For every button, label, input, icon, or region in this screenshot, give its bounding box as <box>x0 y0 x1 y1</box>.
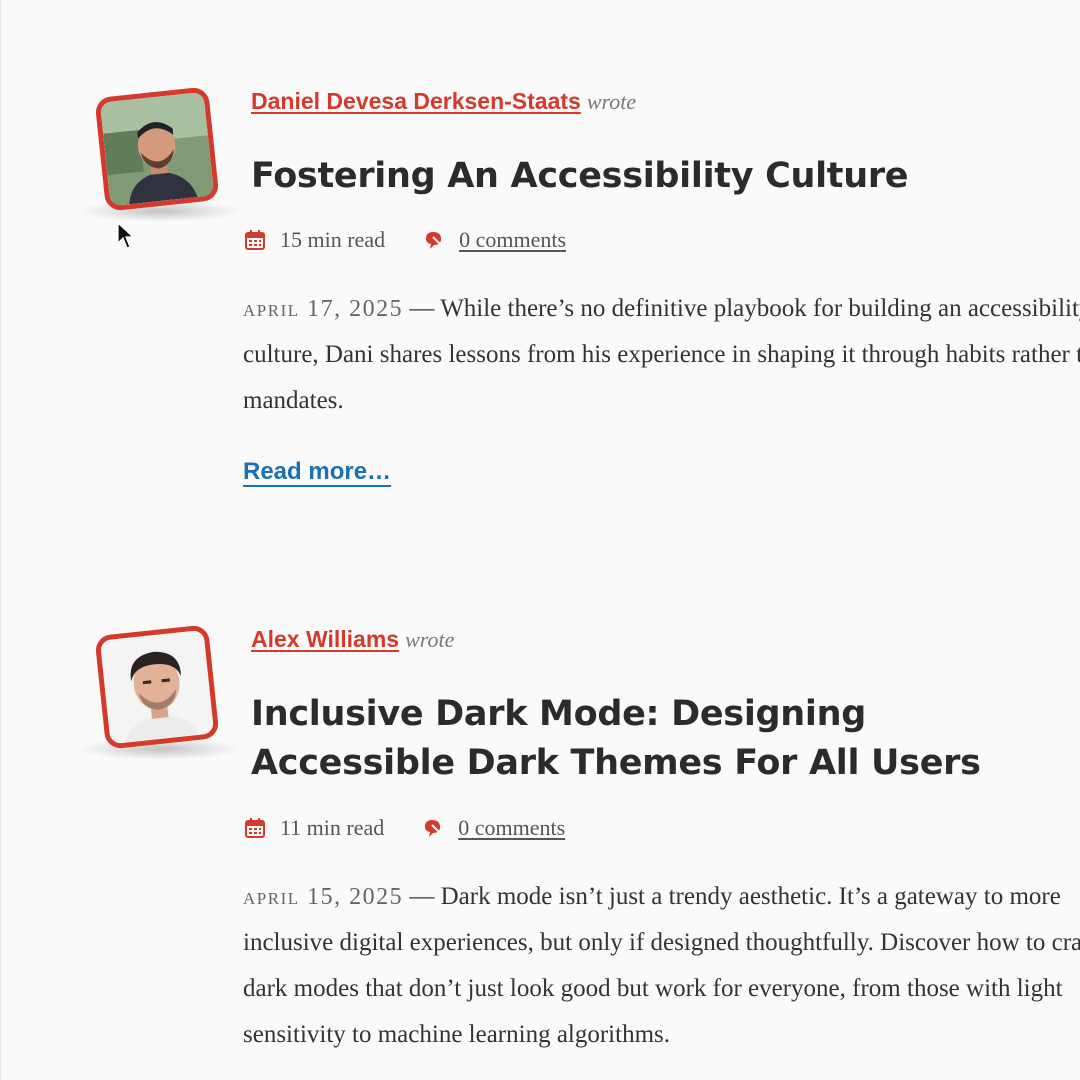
author-photo <box>99 91 215 207</box>
publish-date: April 15, 2025 <box>243 884 404 910</box>
read-more-link[interactable]: Read more… <box>243 458 391 486</box>
article-title[interactable]: Fostering An Accessibility Culture <box>251 152 1061 201</box>
calendar-icon <box>245 230 265 250</box>
read-time: 15 min read <box>280 227 386 252</box>
date-separator: — <box>409 883 435 910</box>
article-meta: 11 min read 0 comments <box>244 813 565 843</box>
page-left-border <box>0 0 1 1080</box>
comments-link[interactable]: 0 comments <box>459 227 566 253</box>
avatar-frame <box>94 624 220 750</box>
article-meta: 15 min read 0 comments <box>244 225 566 255</box>
comment-icon <box>425 820 441 837</box>
article-title[interactable]: Inclusive Dark Mode: Designing Accessibl… <box>251 690 1061 788</box>
author-avatar[interactable] <box>80 86 240 222</box>
comment-icon <box>426 232 442 249</box>
date-separator: — <box>409 295 435 322</box>
author-link[interactable]: Daniel Devesa Derksen-Staats <box>251 88 581 114</box>
author-link[interactable]: Alex Williams <box>251 626 399 652</box>
wrote-label: wrote <box>405 627 455 652</box>
article-excerpt: April 15, 2025 — Dark mode isn’t just a … <box>243 874 1080 1058</box>
author-avatar[interactable] <box>80 624 240 760</box>
read-time: 11 min read <box>280 815 385 840</box>
mouse-pointer-icon <box>117 222 135 249</box>
wrote-label: wrote <box>586 89 637 114</box>
author-byline: Daniel Devesa Derksen-Staats wrote <box>251 88 636 115</box>
article-excerpt: April 17, 2025 — While there’s no defini… <box>243 286 1080 424</box>
author-byline: Alex Williams wrote <box>251 626 454 653</box>
publish-date: April 17, 2025 <box>243 296 404 322</box>
calendar-icon <box>245 818 265 838</box>
comments-link[interactable]: 0 comments <box>458 815 565 841</box>
author-photo <box>99 629 215 745</box>
avatar-frame <box>94 86 220 212</box>
